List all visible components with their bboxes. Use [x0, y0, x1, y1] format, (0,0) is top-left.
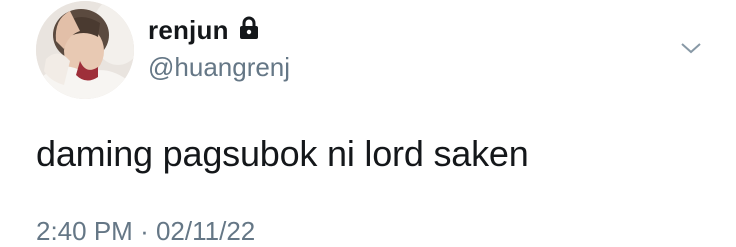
tweet-meta: 2:40 PM · 02/11/22	[36, 216, 255, 247]
avatar[interactable]	[36, 1, 134, 99]
tweet-date[interactable]: 02/11/22	[156, 216, 255, 246]
meta-separator: ·	[140, 216, 149, 246]
lock-icon	[238, 16, 260, 47]
chevron-down-icon[interactable]	[678, 38, 704, 58]
tweet-text: daming pagsubok ni lord saken	[36, 133, 529, 174]
avatar-image	[36, 1, 134, 99]
display-name[interactable]: renjun	[148, 15, 229, 46]
tweet-time[interactable]: 2:40 PM	[36, 216, 133, 246]
display-name-row[interactable]: renjun	[148, 14, 260, 47]
user-handle[interactable]: @huangrenj	[148, 52, 290, 83]
